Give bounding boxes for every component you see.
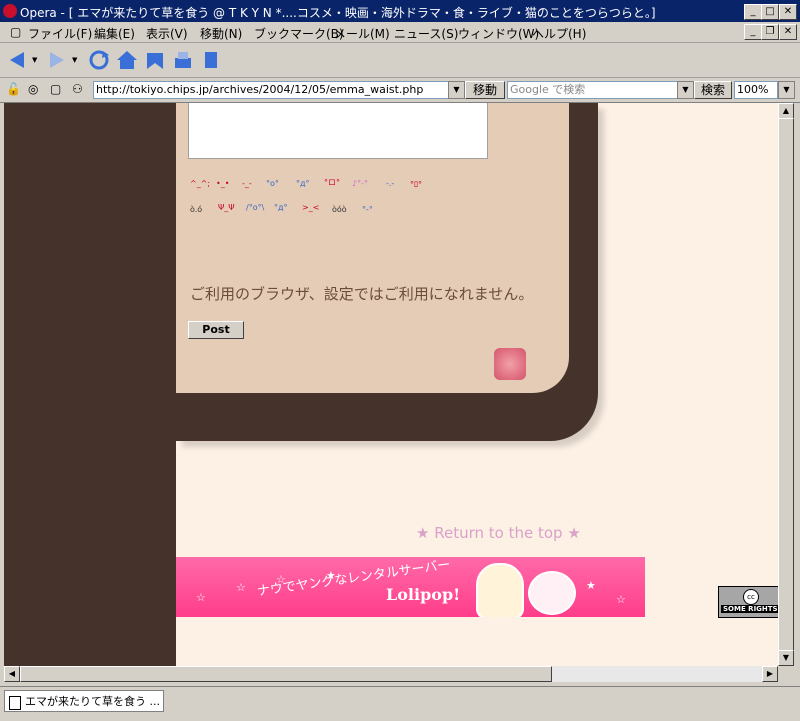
menu-news[interactable]: ニュース(S) — [394, 25, 458, 42]
toolbar: ▼ ▼ — [0, 43, 800, 78]
reload-icon[interactable] — [88, 49, 110, 71]
address-bar: 🔓 ◎ ▢ ⚇ http://tokiyo.chips.jp/archives/… — [0, 78, 800, 103]
home-icon[interactable] — [116, 49, 138, 71]
emoticon-1[interactable]: ^_^; — [190, 179, 210, 188]
menu-window[interactable]: ウィンドウ(W) — [458, 25, 539, 42]
emoticon-6[interactable]: °ロ° — [324, 177, 340, 188]
url-input[interactable]: http://tokiyo.chips.jp/archives/2004/12/… — [93, 81, 449, 99]
comment-textarea[interactable] — [188, 103, 488, 159]
creative-commons-badge[interactable]: cc SOME RIGHTS RESERVED — [718, 586, 778, 618]
close-button[interactable]: ✕ — [779, 4, 797, 20]
menu-mail[interactable]: メール(M) — [334, 25, 390, 42]
doc-close-button[interactable]: ✕ — [779, 24, 797, 40]
emoticon-11[interactable]: Ψ_Ψ — [218, 203, 235, 212]
doc-minimize-button[interactable]: _ — [744, 24, 762, 40]
emoticon-16[interactable]: °-° — [362, 205, 373, 214]
zoom-select[interactable]: 100% — [734, 81, 778, 99]
opera-logo-icon — [3, 4, 17, 18]
horizontal-scroll-thumb[interactable] — [20, 666, 552, 682]
forward-dropdown-icon[interactable]: ▼ — [72, 56, 77, 64]
emoticon-7[interactable]: ♪°-° — [352, 179, 368, 188]
security-icon[interactable]: 🔓 — [6, 82, 21, 96]
window-title: Opera - [ エマが来たりて草を食う @ T K Y N *....コスメ… — [20, 6, 656, 20]
go-button[interactable]: 移動 — [465, 81, 505, 99]
emoticon-12[interactable]: /°o°\ — [246, 203, 264, 212]
bookmark-icon[interactable] — [144, 49, 166, 71]
new-page-icon[interactable] — [200, 49, 222, 71]
left-column — [4, 103, 176, 666]
menu-bookmarks[interactable]: ブックマーク(B) — [254, 25, 344, 42]
return-to-top-link[interactable]: ★ Return to the top ★ — [416, 524, 581, 542]
scroll-left-icon[interactable]: ◀ — [4, 666, 20, 682]
menu-go[interactable]: 移動(N) — [200, 25, 242, 42]
scroll-up-icon[interactable]: ▲ — [778, 103, 794, 119]
emoticon-15[interactable]: òóò — [332, 205, 347, 214]
doc-restore-button[interactable]: ❐ — [761, 24, 779, 40]
star-icon: ★ — [586, 579, 596, 592]
unsupported-browser-message: ご利用のブラウザ、設定ではご利用になれません。 — [190, 285, 534, 303]
zoom-dropdown-icon[interactable]: ▼ — [778, 81, 795, 99]
url-dropdown-icon[interactable]: ▼ — [448, 81, 465, 99]
scroll-down-icon[interactable]: ▼ — [778, 650, 794, 666]
emoticon-9[interactable]: °ﾛ° — [410, 179, 422, 190]
back-icon[interactable] — [6, 49, 28, 71]
tab-label: エマが来たりて草を食う ... — [25, 695, 160, 708]
emoticon-2[interactable]: •_• — [216, 179, 229, 188]
emoticon-10[interactable]: ò.ó — [190, 205, 202, 214]
menu-help[interactable]: ヘルプ(H) — [532, 25, 586, 42]
emoticon-3[interactable]: -_- — [242, 179, 252, 188]
emoticon-4[interactable]: °o° — [266, 179, 279, 188]
title-bar: Opera - [ エマが来たりて草を食う @ T K Y N *....コスメ… — [0, 0, 800, 22]
print-icon[interactable] — [172, 49, 194, 71]
page-icon — [9, 696, 21, 710]
emoticon-8[interactable]: -.- — [386, 179, 394, 188]
banner-title: Lolipop! — [386, 585, 461, 604]
cc-text: SOME RIGHTS RESERVED — [721, 605, 778, 613]
star-icon: ☆ — [616, 593, 626, 606]
menu-file[interactable]: ファイル(F) — [28, 25, 92, 42]
minimize-button[interactable]: _ — [744, 4, 762, 20]
search-button[interactable]: 検索 — [694, 81, 732, 99]
search-dropdown-icon[interactable]: ▼ — [677, 81, 694, 99]
user-icon[interactable]: ⚇ — [72, 82, 83, 96]
forward-icon[interactable] — [46, 49, 68, 71]
back-dropdown-icon[interactable]: ▼ — [32, 56, 37, 64]
girl-mascot-icon — [476, 563, 524, 617]
page-viewport: ^_^; •_• -_- °o° °д° °ロ° ♪°-° -.- °ﾛ° ò.… — [4, 103, 778, 666]
menu-view[interactable]: 表示(V) — [146, 25, 188, 42]
menu-edit[interactable]: 編集(E) — [94, 25, 135, 42]
bear-mascot-icon — [528, 571, 576, 615]
cc-logo-icon: cc — [743, 589, 759, 605]
emoticon-5[interactable]: °д° — [296, 179, 310, 188]
star-icon: ☆ — [236, 581, 246, 594]
emoticon-14[interactable]: >_< — [302, 203, 319, 212]
lolipop-banner[interactable]: ☆ ☆ ☆ ★ ★ ☆ ナウでヤングなレンタルサーバー Lolipop! — [176, 557, 645, 617]
tab-current[interactable]: エマが来たりて草を食う ... — [4, 690, 164, 712]
avatar — [494, 348, 526, 380]
post-button[interactable]: Post — [188, 321, 244, 339]
page-icon: ▢ — [10, 25, 22, 39]
star-icon: ☆ — [196, 591, 206, 604]
scroll-right-icon[interactable]: ▶ — [762, 666, 778, 682]
page-info-icon[interactable]: ▢ — [50, 82, 61, 96]
cookie-icon[interactable]: ◎ — [28, 82, 38, 96]
maximize-button[interactable]: □ — [761, 4, 779, 20]
vertical-scroll-thumb[interactable] — [778, 118, 794, 651]
search-input[interactable]: Google で検索 — [507, 81, 681, 99]
menu-bar: ▢ ファイル(F) 編集(E) 表示(V) 移動(N) ブックマーク(B) メー… — [0, 22, 800, 43]
emoticon-13[interactable]: °д° — [274, 203, 288, 212]
